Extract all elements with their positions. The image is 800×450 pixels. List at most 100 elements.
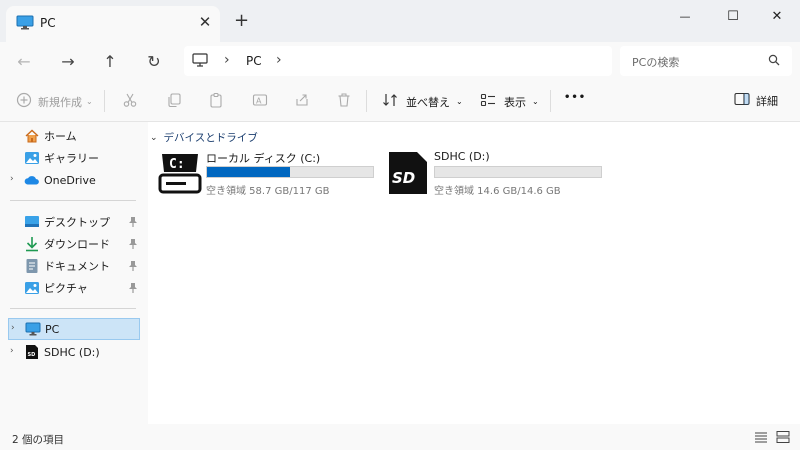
desktop-icon xyxy=(24,214,40,230)
share-button[interactable] xyxy=(294,92,310,111)
drive-c-usage-bar xyxy=(206,166,374,178)
forward-button[interactable]: → xyxy=(54,48,82,74)
chevron-down-icon: ⌄ xyxy=(86,97,93,106)
tab-close-icon[interactable]: ✕ xyxy=(196,13,214,31)
navigation-bar: ← → ↑ ↻ › PC › PCの検索 xyxy=(0,42,800,80)
view-button[interactable]: 表示 ⌄ xyxy=(480,92,539,111)
search-input[interactable]: PCの検索 xyxy=(620,46,792,76)
sort-label: 並べ替え xyxy=(406,95,450,109)
chevron-right-icon[interactable]: › xyxy=(10,174,14,184)
arrow-right-icon: → xyxy=(61,51,75,71)
search-placeholder: PCの検索 xyxy=(632,56,680,69)
sort-button[interactable]: 並べ替え ⌄ xyxy=(382,92,463,111)
pin-icon[interactable] xyxy=(128,238,138,253)
close-button[interactable]: ✕ xyxy=(754,0,800,32)
title-bar: PC ✕ + — ☐ ✕ xyxy=(0,0,800,42)
sidebar-item-onedrive[interactable]: › OneDrive xyxy=(8,170,140,190)
sidebar-item-sdhc[interactable]: › SD SDHC (D:) xyxy=(8,342,140,362)
minimize-icon: — xyxy=(679,9,691,23)
group-header-label: デバイスとドライブ xyxy=(163,132,258,144)
delete-button[interactable] xyxy=(336,92,352,111)
details-button[interactable]: 詳細 xyxy=(734,92,778,109)
item-count: 2 個の項目 xyxy=(12,434,65,446)
sidebar-item-label: ダウンロード xyxy=(44,238,110,251)
tab-pc[interactable]: PC ✕ xyxy=(6,6,220,42)
gallery-icon xyxy=(24,150,40,166)
monitor-icon xyxy=(25,321,41,337)
sidebar-item-label: SDHC (D:) xyxy=(44,345,100,359)
sidebar-item-label: ギャラリー xyxy=(44,152,99,165)
file-list-pane: ⌄ デバイスとドライブ C: ローカル ディスク (C:) 空き領域 58.7 … xyxy=(148,122,800,424)
search-icon xyxy=(768,54,780,69)
svg-text:SD: SD xyxy=(28,352,36,358)
chevron-right-icon[interactable]: › xyxy=(10,346,14,356)
minimize-button[interactable]: — xyxy=(662,0,708,32)
sidebar-item-pc[interactable]: › PC xyxy=(8,318,140,340)
breadcrumb-chevron-icon: › xyxy=(224,52,230,68)
command-bar: 新規作成 ⌄ A 並べ替え ⌄ 表示 ⌄ ••• 詳細 xyxy=(0,80,800,122)
rename-button[interactable]: A xyxy=(252,92,268,111)
drive-c-name: ローカル ディスク (C:) xyxy=(206,152,321,165)
sd-card-icon: SD xyxy=(386,150,430,199)
clipboard-icon xyxy=(208,92,224,111)
close-icon: ✕ xyxy=(771,8,783,24)
navigation-pane: ホーム ギャラリー › OneDrive デスクトップ ダウンロード ドキュメン… xyxy=(0,122,148,424)
chevron-right-icon[interactable]: › xyxy=(11,323,15,333)
drive-c-icon: C: xyxy=(158,152,202,197)
sidebar-divider xyxy=(10,200,136,201)
toolbar-divider xyxy=(550,90,551,112)
drive-d-letter: SD xyxy=(392,169,415,187)
maximize-icon: ☐ xyxy=(727,8,739,24)
breadcrumb-pc[interactable]: PC xyxy=(246,54,262,68)
back-button[interactable]: ← xyxy=(10,48,38,74)
refresh-icon: ↻ xyxy=(147,51,161,71)
drive-c-usage-fill xyxy=(207,167,290,177)
paste-button[interactable] xyxy=(208,92,224,111)
group-header[interactable]: ⌄ デバイスとドライブ xyxy=(148,130,258,145)
sidebar-item-label: ホーム xyxy=(44,130,77,143)
sidebar-item-gallery[interactable]: ギャラリー xyxy=(8,148,140,168)
monitor-icon xyxy=(16,15,34,34)
drive-item-c[interactable]: C: ローカル ディスク (C:) 空き領域 58.7 GB/117 GB xyxy=(158,150,378,197)
drive-d-free: 空き領域 14.6 GB/14.6 GB xyxy=(434,186,561,197)
monitor-outline-icon xyxy=(192,53,208,71)
drive-d-name: SDHC (D:) xyxy=(434,150,490,163)
pin-icon[interactable] xyxy=(128,260,138,275)
details-view-icon[interactable] xyxy=(754,430,768,447)
sidebar-item-pictures[interactable]: ピクチャ xyxy=(8,278,140,298)
refresh-button[interactable]: ↻ xyxy=(140,48,168,74)
arrow-up-icon: ↑ xyxy=(103,51,117,71)
sidebar-item-home[interactable]: ホーム xyxy=(8,126,140,146)
drive-item-d[interactable]: SD SDHC (D:) 空き領域 14.6 GB/14.6 GB xyxy=(386,150,606,199)
chevron-down-icon: ⌄ xyxy=(150,132,158,143)
address-bar[interactable]: › PC › xyxy=(184,46,612,76)
new-button[interactable]: 新規作成 ⌄ xyxy=(16,92,93,111)
sidebar-item-downloads[interactable]: ダウンロード xyxy=(8,234,140,254)
maximize-button[interactable]: ☐ xyxy=(710,0,756,32)
cut-button[interactable] xyxy=(122,92,138,111)
document-icon xyxy=(24,258,40,274)
new-tab-button[interactable]: + xyxy=(234,11,249,31)
tiles-view-icon[interactable] xyxy=(776,430,790,447)
more-options-button[interactable]: ••• xyxy=(564,92,586,103)
up-button[interactable]: ↑ xyxy=(96,48,124,74)
sidebar-item-label: ピクチャ xyxy=(44,282,88,295)
breadcrumb-chevron-icon[interactable]: › xyxy=(276,52,282,68)
toolbar-divider xyxy=(366,90,367,112)
sidebar-item-documents[interactable]: ドキュメント xyxy=(8,256,140,276)
pin-icon[interactable] xyxy=(128,282,138,297)
home-icon xyxy=(24,128,40,144)
sidebar-item-label: OneDrive xyxy=(44,173,96,187)
picture-icon xyxy=(24,280,40,296)
copy-button[interactable] xyxy=(166,92,182,111)
view-label: 表示 xyxy=(504,95,526,109)
sidebar-item-desktop[interactable]: デスクトップ xyxy=(8,212,140,232)
view-list-icon xyxy=(480,92,496,111)
status-bar: 2 個の項目 xyxy=(0,424,800,450)
pin-icon[interactable] xyxy=(128,216,138,231)
chevron-down-icon: ⌄ xyxy=(532,97,539,106)
sidebar-item-label: ドキュメント xyxy=(44,260,110,273)
drive-c-free: 空き領域 58.7 GB/117 GB xyxy=(206,186,330,197)
tab-title: PC xyxy=(40,16,56,30)
plus-circle-icon xyxy=(16,92,32,111)
